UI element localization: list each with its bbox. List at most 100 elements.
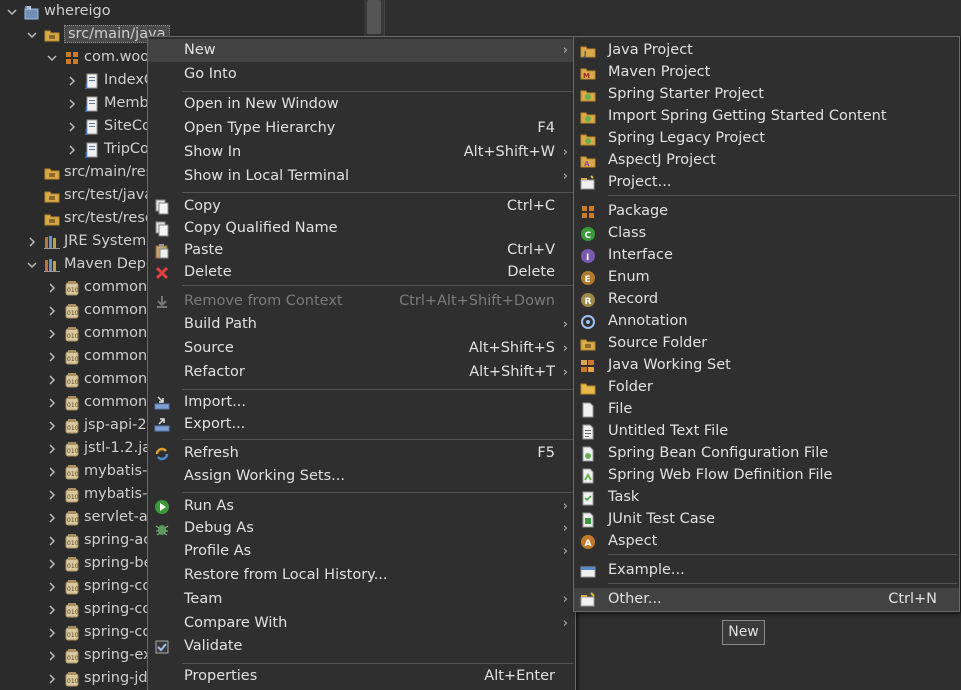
expand-chevron-icon[interactable] xyxy=(46,512,58,524)
menu-item-label: Copy xyxy=(184,198,221,214)
expand-chevron-icon[interactable] xyxy=(46,443,58,455)
menu-item-label: Refresh xyxy=(184,445,239,461)
menu-item-import[interactable]: Import... xyxy=(148,391,575,414)
new-item-java-working-set[interactable]: Java Working Set xyxy=(574,354,959,377)
menu-item-refresh[interactable]: Refresh F5 xyxy=(148,442,575,465)
jar-icon: 010 xyxy=(64,464,80,480)
menu-item-run-as[interactable]: Run As › xyxy=(148,495,575,518)
explorer-scrollbar-thumb[interactable] xyxy=(367,0,381,34)
new-item-spring-bean-configuration-file[interactable]: Spring Bean Configuration File xyxy=(574,442,959,465)
menu-item-debug-as[interactable]: Debug As › xyxy=(148,517,575,540)
expand-chevron-icon[interactable] xyxy=(46,466,58,478)
menu-item-team[interactable]: Team › xyxy=(148,588,575,611)
new-item-aspect[interactable]: A Aspect xyxy=(574,530,959,553)
menu-item-label: Maven Project xyxy=(608,64,711,80)
collapse-chevron-icon[interactable] xyxy=(46,52,58,64)
expand-chevron-icon[interactable] xyxy=(26,236,38,248)
expand-chevron-icon[interactable] xyxy=(66,75,78,87)
collapse-chevron-icon[interactable] xyxy=(6,6,18,18)
expand-chevron-icon[interactable] xyxy=(46,351,58,363)
expand-chevron-icon[interactable] xyxy=(46,535,58,547)
menu-item-delete[interactable]: Delete Delete xyxy=(148,261,575,284)
expand-chevron-icon[interactable] xyxy=(46,397,58,409)
new-item-record[interactable]: R Record xyxy=(574,288,959,311)
new-item-annotation[interactable]: Annotation xyxy=(574,310,959,333)
menu-item-source[interactable]: Source Alt+Shift+S › xyxy=(148,337,575,360)
new-item-spring-web-flow-definition-file[interactable]: Spring Web Flow Definition File xyxy=(574,464,959,487)
new-item-untitled-text-file[interactable]: Untitled Text File xyxy=(574,420,959,443)
new-item-folder[interactable]: Folder xyxy=(574,376,959,399)
new-item-junit-test-case[interactable]: JUnit Test Case xyxy=(574,508,959,531)
menu-item-refactor[interactable]: Refactor Alt+Shift+T › xyxy=(148,361,575,384)
jar-icon: 010 xyxy=(64,510,80,526)
expand-chevron-icon[interactable] xyxy=(66,98,78,110)
collapse-chevron-icon[interactable] xyxy=(26,29,38,41)
menu-item-go-into[interactable]: Go Into xyxy=(148,63,575,86)
new-item-example[interactable]: Example... xyxy=(574,559,959,582)
expand-chevron-icon[interactable] xyxy=(46,558,58,570)
menu-item-label: Record xyxy=(608,291,659,307)
new-item-spring-starter-project[interactable]: Spring Starter Project xyxy=(574,83,959,106)
new-item-package[interactable]: Package xyxy=(574,200,959,223)
new-item-task[interactable]: Task xyxy=(574,486,959,509)
expand-chevron-icon[interactable] xyxy=(46,374,58,386)
svg-text:010: 010 xyxy=(67,356,79,363)
new-item-file[interactable]: File xyxy=(574,398,959,421)
new-item-interface[interactable]: I Interface xyxy=(574,244,959,267)
new-item-project[interactable]: Project... xyxy=(574,171,959,194)
menu-item-label: Team xyxy=(184,591,223,607)
new-item-aspectj-project[interactable]: A AspectJ Project xyxy=(574,149,959,172)
expand-chevron-icon[interactable] xyxy=(46,604,58,616)
new-item-other[interactable]: Other... Ctrl+N xyxy=(574,588,959,611)
new-item-java-project[interactable]: J Java Project xyxy=(574,39,959,62)
tree-item[interactable]: Mwhereigo xyxy=(0,1,364,24)
java-file-icon: J xyxy=(84,142,100,159)
expand-chevron-icon[interactable] xyxy=(46,650,58,662)
menu-item-profile-as[interactable]: Profile As › xyxy=(148,540,575,563)
expand-chevron-icon[interactable] xyxy=(46,305,58,317)
menu-item-paste[interactable]: Paste Ctrl+V xyxy=(148,239,575,262)
new-item-import-spring-getting-started-content[interactable]: Import Spring Getting Started Content xyxy=(574,105,959,128)
menu-separator xyxy=(182,285,573,286)
menu-item-build-path[interactable]: Build Path › xyxy=(148,313,575,336)
tree-item-label: common xyxy=(84,348,148,364)
expand-chevron-icon[interactable] xyxy=(46,627,58,639)
expand-chevron-icon[interactable] xyxy=(66,121,78,133)
expand-chevron-icon[interactable] xyxy=(46,328,58,340)
menu-item-open-type-hierarchy[interactable]: Open Type Hierarchy F4 xyxy=(148,117,575,140)
menu-item-copy-qualified-name[interactable]: Copy Qualified Name xyxy=(148,217,575,240)
expand-chevron-icon[interactable] xyxy=(46,420,58,432)
spring-project-icon xyxy=(580,109,596,125)
submenu-arrow-icon: › xyxy=(562,317,568,332)
menu-item-open-in-new-window[interactable]: Open in New Window xyxy=(148,93,575,116)
library-icon xyxy=(44,257,60,273)
copy-icon xyxy=(154,221,170,237)
menu-item-label: Source Folder xyxy=(608,335,708,351)
menu-item-show-in[interactable]: Show In Alt+Shift+W › xyxy=(148,141,575,164)
spring-flow-icon xyxy=(580,468,596,484)
menu-item-new[interactable]: New › xyxy=(148,39,575,62)
collapse-chevron-icon[interactable] xyxy=(26,259,38,271)
jar-icon: 010 xyxy=(64,533,80,549)
expand-chevron-icon[interactable] xyxy=(46,581,58,593)
expand-chevron-icon[interactable] xyxy=(46,489,58,501)
new-item-enum[interactable]: E Enum xyxy=(574,266,959,289)
menu-item-compare-with[interactable]: Compare With › xyxy=(148,612,575,635)
menu-item-restore-from-local-history[interactable]: Restore from Local History... xyxy=(148,564,575,587)
new-item-spring-legacy-project[interactable]: Spring Legacy Project xyxy=(574,127,959,150)
menu-item-copy[interactable]: Copy Ctrl+C xyxy=(148,195,575,218)
menu-item-assign-working-sets[interactable]: Assign Working Sets... xyxy=(148,465,575,488)
menu-item-properties[interactable]: Properties Alt+Enter xyxy=(148,665,575,688)
expand-chevron-icon[interactable] xyxy=(46,673,58,685)
menu-item-validate[interactable]: Validate xyxy=(148,635,575,658)
menu-item-label: Run As xyxy=(184,498,234,514)
java-file-icon: J xyxy=(84,96,100,113)
new-item-class[interactable]: C Class xyxy=(574,222,959,245)
expand-chevron-icon[interactable] xyxy=(66,144,78,156)
menu-item-show-in-local-terminal[interactable]: Show in Local Terminal › xyxy=(148,165,575,188)
new-item-source-folder[interactable]: Source Folder xyxy=(574,332,959,355)
paste-icon xyxy=(154,243,170,259)
new-item-maven-project[interactable]: M Maven Project xyxy=(574,61,959,84)
menu-item-export[interactable]: Export... xyxy=(148,413,575,436)
expand-chevron-icon[interactable] xyxy=(46,282,58,294)
